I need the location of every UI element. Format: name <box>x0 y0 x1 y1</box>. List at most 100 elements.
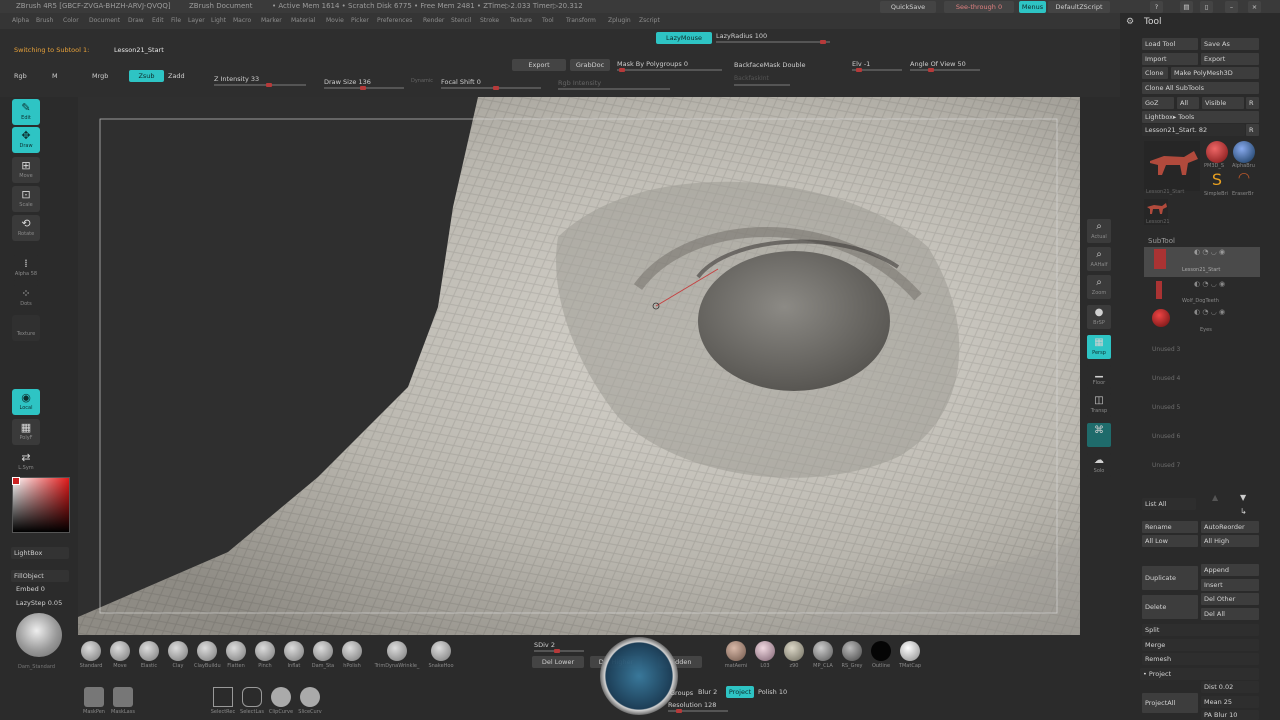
tool-thumb-alphabrush[interactable] <box>1233 141 1255 163</box>
duplicate-button[interactable]: Duplicate <box>1142 566 1198 590</box>
menu-material[interactable]: Material <box>291 13 315 29</box>
subtool-header[interactable]: SubTool <box>1148 237 1175 245</box>
del-lower-button[interactable]: Del Lower <box>532 656 584 668</box>
subtool-unused-4[interactable]: Unused 4 <box>1152 375 1180 382</box>
project-section-button[interactable]: • Project <box>1140 668 1259 680</box>
visibility-eyes-icon[interactable]: ◐ ◔ ◡ ◉ <box>1194 308 1225 316</box>
brush-snakehook[interactable]: SnakeHoo <box>428 641 454 669</box>
masklasso-button[interactable]: MaskLass <box>110 687 136 715</box>
dynamic-button[interactable]: Dynamic <box>411 78 433 84</box>
local-button[interactable]: ◉ Local <box>12 389 40 415</box>
backface-mask-button[interactable]: BackfaceMask Double <box>734 61 805 69</box>
clipcurve-button[interactable]: ClipCurve <box>268 687 294 715</box>
insert-button[interactable]: Insert <box>1201 579 1259 591</box>
material-mp-cla[interactable]: MP_CLA <box>810 641 836 669</box>
floor-button[interactable]: ▁ Floor <box>1087 365 1111 389</box>
pa-blur-slider[interactable]: PA Blur 10 <box>1201 710 1259 720</box>
remesh-button[interactable]: Remesh <box>1142 653 1259 665</box>
brush-clay[interactable]: Clay <box>165 641 191 669</box>
zoom-button[interactable]: ⌕ Zoom <box>1087 275 1111 299</box>
z-intensity-track[interactable] <box>214 83 306 87</box>
subtool-unused-5[interactable]: Unused 5 <box>1152 404 1180 411</box>
menu-draw[interactable]: Draw <box>128 13 144 29</box>
brush-trimdynamic[interactable]: TrimDynaWrinkle_ <box>368 641 426 669</box>
goz-all-button[interactable]: All <box>1177 97 1199 109</box>
arrow-up-icon[interactable]: ▲ <box>1212 493 1218 502</box>
menu-render[interactable]: Render <box>423 13 444 29</box>
tool-thumb-wolf[interactable] <box>1144 141 1200 191</box>
delete-button[interactable]: Delete <box>1142 595 1198 619</box>
goz-button[interactable]: GoZ <box>1142 97 1174 109</box>
menu-macro[interactable]: Macro <box>233 13 251 29</box>
menu-edit[interactable]: Edit <box>152 13 164 29</box>
rename-button[interactable]: Rename <box>1142 521 1198 533</box>
arrow-down-right-icon[interactable]: ↳ <box>1240 507 1247 516</box>
main-color-swatch[interactable] <box>12 477 20 485</box>
actual-button[interactable]: ⌕ Actual <box>1087 219 1111 243</box>
merge-button[interactable]: Merge <box>1142 639 1259 651</box>
goz-r-button[interactable]: R <box>1246 97 1259 109</box>
ghost-button[interactable]: ⌘ <box>1087 423 1111 447</box>
rgb-button[interactable]: Rgb <box>14 72 27 80</box>
material-mataemi[interactable]: matAemi <box>723 641 749 669</box>
project-button[interactable]: Project <box>726 686 754 698</box>
layout-icon[interactable]: ▤ <box>1180 1 1193 13</box>
transp-button[interactable]: ◫ Transp <box>1087 393 1111 417</box>
elv-track[interactable] <box>852 68 902 72</box>
stroke-slot[interactable]: ⁘ Dots <box>12 285 40 311</box>
rotate-button[interactable]: ⟲ Rotate <box>12 215 40 241</box>
menu-stroke[interactable]: Stroke <box>480 13 499 29</box>
all-high-button[interactable]: All High <box>1201 535 1259 547</box>
resolution-track[interactable] <box>668 709 728 713</box>
subtool-unused-7[interactable]: Unused 7 <box>1152 462 1180 469</box>
rgb-intensity-slider[interactable]: Rgb Intensity <box>558 79 601 87</box>
backface-mask-intensity-track[interactable] <box>734 84 790 86</box>
draw-size-slider[interactable]: Draw Size 136 <box>324 78 371 86</box>
menus-button[interactable]: Menus <box>1019 1 1046 13</box>
visibility-teeth-icon[interactable]: ◐ ◔ ◡ ◉ <box>1194 280 1225 288</box>
tool-thumb-simplebrush[interactable]: S <box>1206 170 1228 192</box>
save-as-button[interactable]: Save As <box>1201 38 1259 50</box>
quicksave-button[interactable]: QuickSave <box>880 1 936 13</box>
persp-button[interactable]: ▦ Persp <box>1087 335 1111 359</box>
elv-slider[interactable]: Elv -1 <box>852 60 870 68</box>
menu-preferences[interactable]: Preferences <box>377 13 412 29</box>
del-all-button[interactable]: Del All <box>1201 608 1259 620</box>
mask-by-polygroups-slider[interactable]: Mask By Polygroups 0 <box>617 60 688 68</box>
visibility-icon[interactable]: ◐ ◔ ◡ ◉ <box>1194 248 1225 256</box>
material-l03[interactable]: L03 <box>752 641 778 669</box>
lazyradius-slider[interactable]: LazyRadius 100 <box>716 32 767 40</box>
rgb-intensity-track[interactable] <box>558 88 670 90</box>
del-other-button[interactable]: Del Other <box>1201 593 1259 605</box>
brush-inflat[interactable]: Inflat <box>281 641 307 669</box>
edit-button[interactable]: ✎ Edit <box>12 99 40 125</box>
subtool-item-lesson21[interactable]: Lesson21_Start ◐ ◔ ◡ ◉ <box>1144 247 1260 277</box>
menu-document[interactable]: Document <box>89 13 120 29</box>
material-outline[interactable]: Outline <box>868 641 894 669</box>
brush-move[interactable]: Move <box>107 641 133 669</box>
minimize-icon[interactable]: – <box>1225 1 1238 13</box>
menu-alpha[interactable]: Alpha <box>12 13 29 29</box>
lock-icon[interactable]: ▯ <box>1200 1 1213 13</box>
mean-slider[interactable]: Mean 25 <box>1201 696 1259 708</box>
texture-slot[interactable]: Texture <box>12 315 40 341</box>
menu-picker[interactable]: Picker <box>351 13 369 29</box>
menu-zplugin[interactable]: Zplugin <box>608 13 631 29</box>
sdiv-track[interactable] <box>534 649 584 653</box>
menu-stencil[interactable]: Stencil <box>451 13 471 29</box>
brsp-button[interactable]: ● BrSP <box>1087 305 1111 329</box>
menu-brush[interactable]: Brush <box>36 13 53 29</box>
slicecurve-button[interactable]: SliceCurv <box>297 687 323 715</box>
color-picker[interactable] <box>12 477 70 533</box>
grabdoc-button[interactable]: GrabDoc <box>570 59 610 71</box>
mrgb-button[interactable]: Mrgb <box>92 72 108 80</box>
aahalf-button[interactable]: ⌕ AAHalf <box>1087 247 1111 271</box>
brush-damstandard[interactable]: Dam_Sta <box>310 641 336 669</box>
gear-icon[interactable]: ⚙ <box>1126 17 1134 27</box>
menu-file[interactable]: File <box>171 13 181 29</box>
menu-tool[interactable]: Tool <box>542 13 554 29</box>
brush-standard[interactable]: Standard <box>78 641 104 669</box>
draw-size-track[interactable] <box>324 86 404 90</box>
fillobject-button[interactable]: FillObject <box>11 570 69 582</box>
sdiv-slider[interactable]: SDiv 2 <box>534 641 555 649</box>
